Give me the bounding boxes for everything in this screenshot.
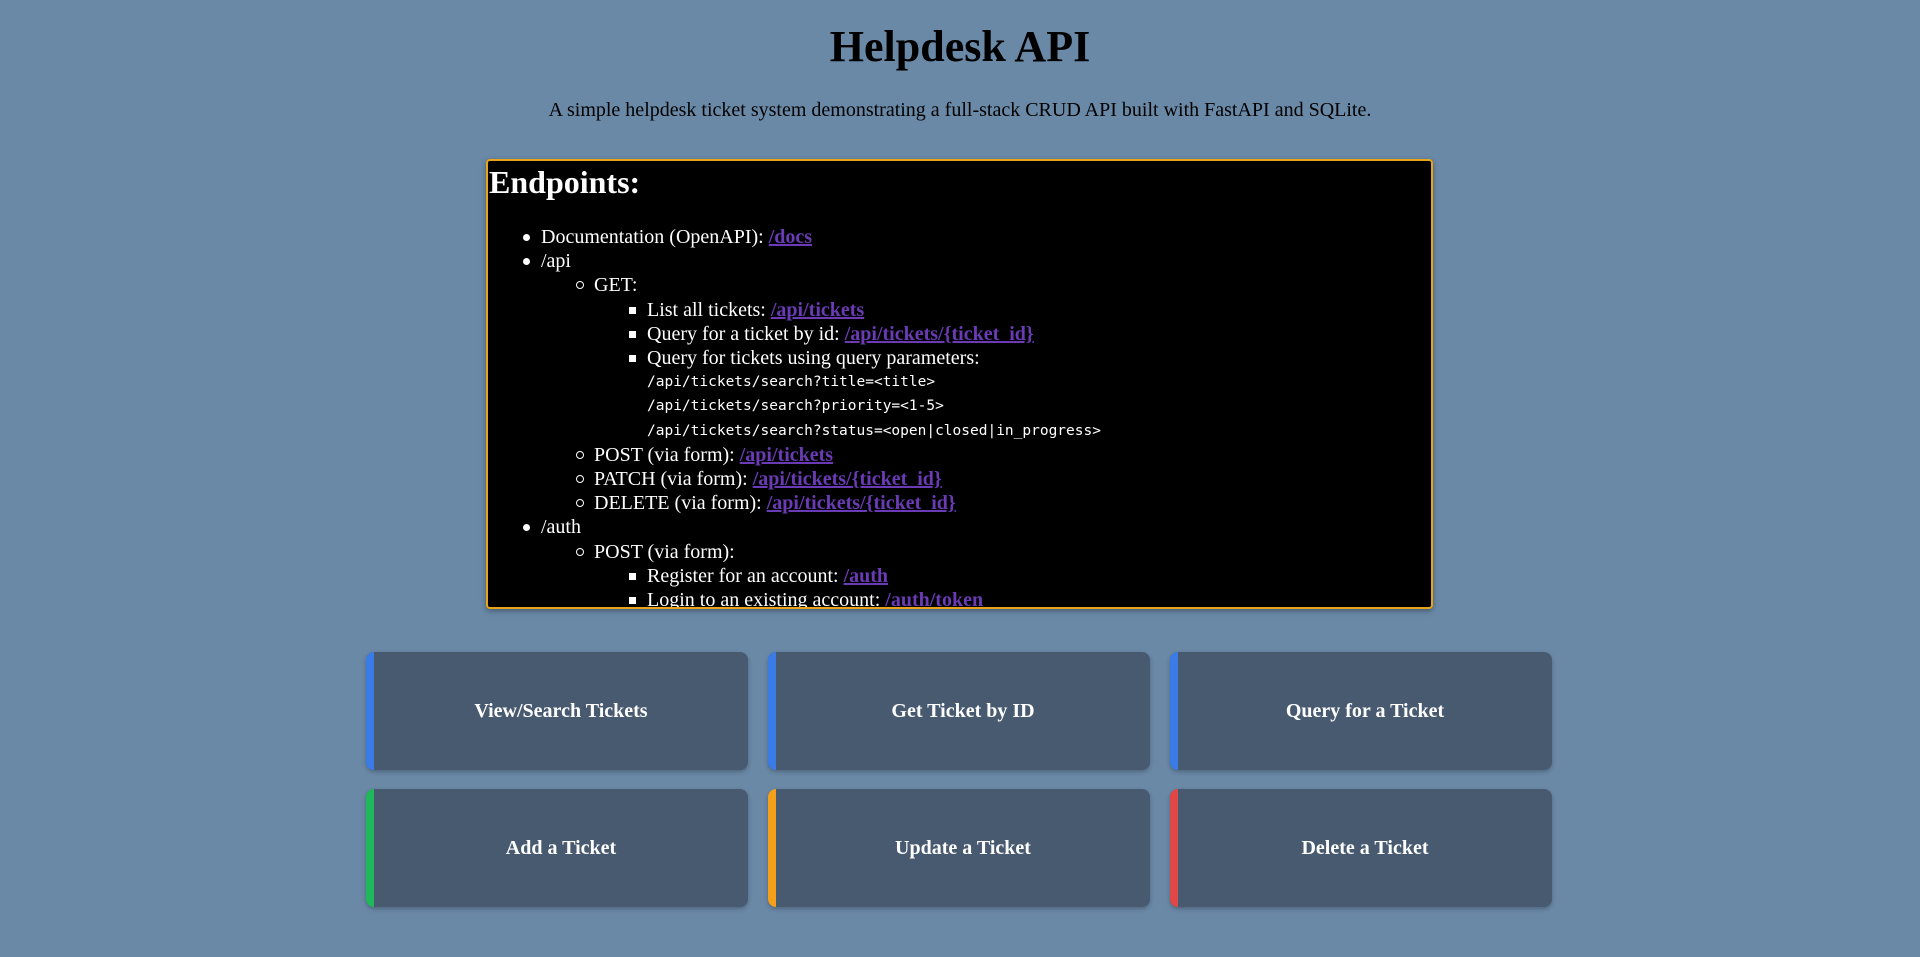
list-item-list-all: List all tickets: /api/tickets <box>488 298 1101 322</box>
register-link[interactable]: /auth <box>844 565 888 587</box>
by-id-link[interactable]: /api/tickets/{ticket_id} <box>845 323 1034 345</box>
api-label: /api <box>541 250 571 273</box>
post-link[interactable]: /api/tickets <box>740 444 833 466</box>
circle-bullet-icon <box>576 281 584 290</box>
list-item-register: Register for an account: /auth <box>488 564 1101 588</box>
endpoints-list: Documentation (OpenAPI): /docs /api GET:… <box>488 225 1101 609</box>
disc-bullet-icon <box>523 258 530 266</box>
list-item-by-id: Query for a ticket by id: /api/tickets/{… <box>488 322 1101 346</box>
circle-bullet-icon <box>576 499 584 508</box>
patch-link[interactable]: /api/tickets/{ticket_id} <box>753 468 942 490</box>
list-item-post: POST (via form): /api/tickets <box>488 443 1101 467</box>
get-label: GET: <box>594 274 638 297</box>
circle-bullet-icon <box>576 450 584 459</box>
list-item-query-params: Query for tickets using query parameters… <box>488 346 1101 370</box>
post-label: POST (via form): <box>594 443 735 466</box>
list-item-auth: /auth <box>488 515 1101 539</box>
square-bullet-icon <box>629 330 636 338</box>
disc-bullet-icon <box>523 524 530 532</box>
list-all-link[interactable]: /api/tickets <box>771 299 864 321</box>
square-bullet-icon <box>629 306 636 314</box>
docs-label: Documentation (OpenAPI): <box>541 226 764 248</box>
list-item-get: GET: <box>488 273 1101 297</box>
list-item-api: /api <box>488 249 1101 273</box>
accent-bar <box>366 789 374 907</box>
endpoints-panel: Endpoints: Documentation (OpenAPI): /doc… <box>486 159 1433 609</box>
square-bullet-icon <box>629 355 636 363</box>
login-label: Login to an existing account: <box>647 589 881 609</box>
page-subtitle: A simple helpdesk ticket system demonstr… <box>548 99 1372 121</box>
button-label: Get Ticket by ID <box>891 699 1035 722</box>
auth-post-label: POST (via form): <box>594 540 735 563</box>
accent-bar <box>1170 789 1178 907</box>
query-ticket-button[interactable]: Query for a Ticket <box>1170 652 1552 770</box>
get-ticket-by-id-button[interactable]: Get Ticket by ID <box>768 652 1150 770</box>
list-item-docs: Documentation (OpenAPI): /docs <box>488 225 1101 249</box>
page-title: Helpdesk API <box>829 22 1091 71</box>
delete-ticket-button[interactable]: Delete a Ticket <box>1170 789 1552 907</box>
add-ticket-button[interactable]: Add a Ticket <box>366 789 748 907</box>
register-label: Register for an account: <box>647 564 839 587</box>
circle-bullet-icon <box>576 547 584 556</box>
square-bullet-icon <box>629 597 636 605</box>
button-label: Update a Ticket <box>895 836 1031 859</box>
button-label: Add a Ticket <box>505 836 617 859</box>
button-label: Query for a Ticket <box>1285 699 1445 722</box>
list-item-login: Login to an existing account: /auth/toke… <box>488 588 1101 609</box>
docs-link[interactable]: /docs <box>769 226 812 248</box>
query-params-label: Query for tickets using query parameters… <box>647 347 980 370</box>
list-item-delete: DELETE (via form): /api/tickets/{ticket_… <box>488 491 1101 515</box>
disc-bullet-icon <box>523 234 530 241</box>
delete-link[interactable]: /api/tickets/{ticket_id} <box>767 492 956 514</box>
query-title-code: /api/tickets/search?title=<title> <box>647 374 936 391</box>
accent-bar <box>768 789 776 907</box>
by-id-label: Query for a ticket by id: <box>647 322 840 345</box>
endpoints-heading: Endpoints: <box>489 164 641 200</box>
accent-bar <box>1170 652 1178 770</box>
list-item-auth-post: POST (via form): <box>488 540 1101 564</box>
query-status-code: /api/tickets/search?status=<open|closed|… <box>647 422 1101 439</box>
accent-bar <box>768 652 776 770</box>
list-all-label: List all tickets: <box>647 298 766 321</box>
accent-bar <box>366 652 374 770</box>
update-ticket-button[interactable]: Update a Ticket <box>768 789 1150 907</box>
patch-label: PATCH (via form): <box>594 468 748 491</box>
circle-bullet-icon <box>576 475 584 484</box>
view-search-tickets-button[interactable]: View/Search Tickets <box>366 652 748 770</box>
button-label: View/Search Tickets <box>474 699 648 722</box>
auth-label: /auth <box>541 516 581 539</box>
delete-label: DELETE (via form): <box>594 492 762 515</box>
button-label: Delete a Ticket <box>1301 836 1429 859</box>
square-bullet-icon <box>629 572 636 580</box>
login-link[interactable]: /auth/token <box>885 589 983 607</box>
list-item-patch: PATCH (via form): /api/tickets/{ticket_i… <box>488 467 1101 491</box>
query-priority-code: /api/tickets/search?priority=<1-5> <box>647 398 944 415</box>
